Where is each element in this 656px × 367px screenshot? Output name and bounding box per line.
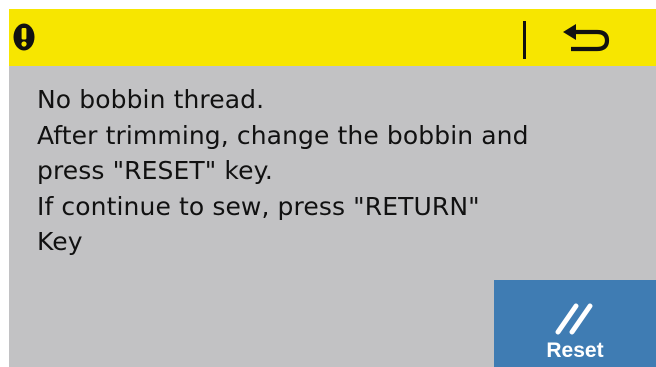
message-line: After trimming, change the bobbin and	[37, 120, 529, 150]
error-message: No bobbin thread. After trimming, change…	[37, 82, 647, 260]
return-button[interactable]	[539, 13, 639, 62]
message-line: press "RESET" key.	[37, 156, 273, 185]
message-line: Key	[37, 227, 83, 256]
double-slash-icon	[548, 296, 598, 336]
exclamation-circle-icon	[13, 23, 35, 51]
message-line: No bobbin thread.	[37, 85, 265, 114]
header-bar	[9, 9, 656, 66]
return-arrow-icon	[563, 24, 615, 52]
error-dialog: No bobbin thread. After trimming, change…	[9, 9, 656, 367]
reset-button[interactable]: Reset	[494, 280, 656, 367]
message-line: If continue to sew, press "RETURN"	[37, 191, 480, 221]
reset-label: Reset	[546, 339, 604, 362]
header-divider	[523, 21, 526, 59]
